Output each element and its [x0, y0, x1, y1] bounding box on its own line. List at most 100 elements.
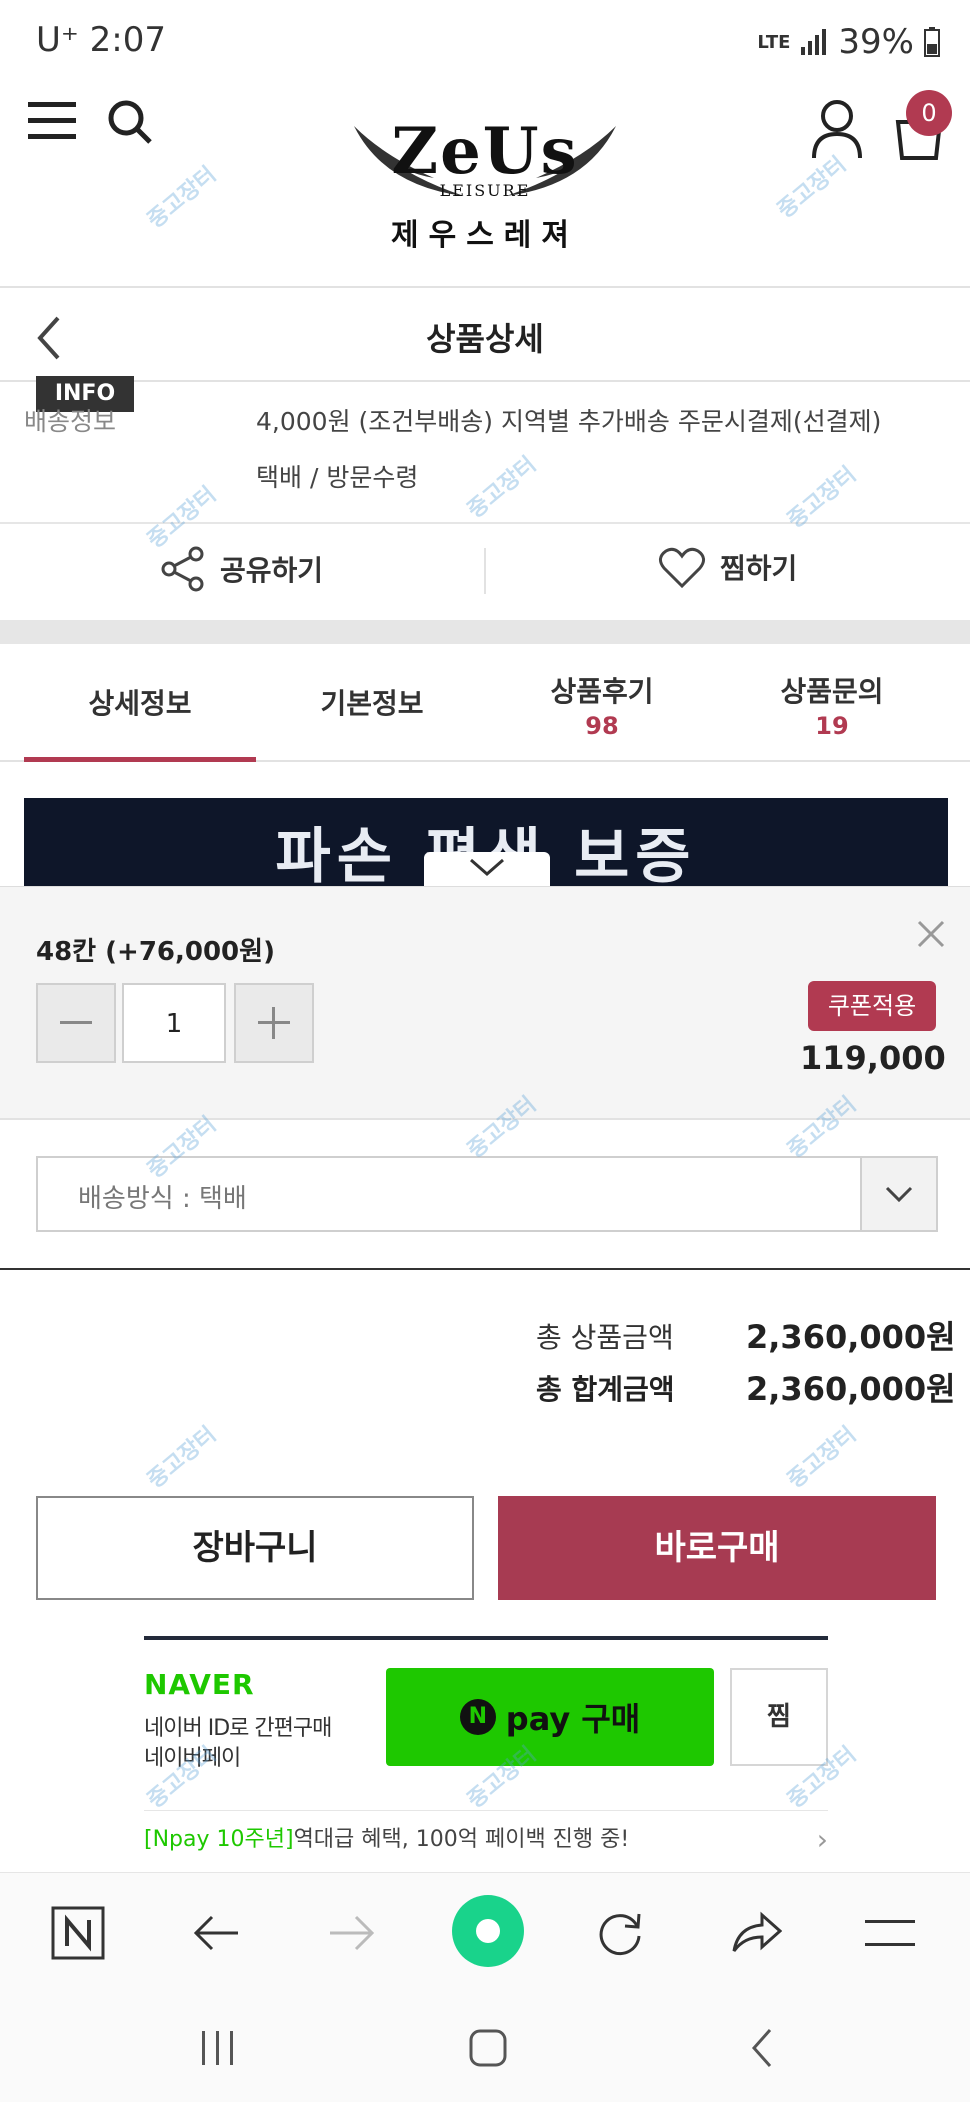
tab-label: 상품문의 [780, 675, 884, 708]
apply-coupon-button[interactable]: 쿠폰적용 [808, 981, 936, 1031]
add-to-cart-button[interactable]: 장바구니 [36, 1496, 474, 1600]
total-product-value: 2,360,000원 [746, 1318, 956, 1356]
account-icon[interactable] [810, 98, 864, 160]
shipping-method-value: 배송방식 : 택배 [78, 1184, 247, 1214]
minus-icon [60, 1021, 92, 1024]
naver-pay-buy-button[interactable]: N pay 구매 [386, 1668, 714, 1766]
share-button[interactable]: 공유하기 [160, 546, 323, 592]
tab-inquiries[interactable]: 상품문의 19 [716, 644, 948, 762]
browser-forward-button[interactable] [322, 1903, 382, 1963]
watermark: 중고장터 [143, 1422, 222, 1494]
logo-title: ZeUs [391, 114, 579, 189]
vertical-divider [484, 548, 486, 594]
back-chevron-icon [751, 2029, 772, 2067]
option-price: 119,000 [800, 1039, 946, 1077]
page-title-bar: 상품상세 [0, 290, 970, 382]
buy-now-button[interactable]: 바로구매 [498, 1496, 936, 1600]
hamburger-icon [865, 1920, 915, 1946]
chevron-down-icon [885, 1186, 913, 1203]
arrow-right-icon [330, 1915, 375, 1951]
delivery-method: 택배 / 방문수령 [256, 463, 419, 492]
network-label: LTE [757, 31, 791, 53]
watermark: 중고장터 [783, 1422, 862, 1494]
system-navigation-bar [0, 1988, 970, 2102]
chevron-right-icon: › [816, 1823, 828, 1856]
status-bar: U⁺ 2:07 LTE 39% [0, 0, 970, 90]
chevron-down-icon [470, 858, 504, 876]
recent-apps-button[interactable] [188, 2018, 248, 2078]
status-right: LTE 39% [757, 22, 940, 62]
delivery-label: 배송정보 [24, 407, 117, 436]
promo-highlight: [Npay 10주년] [144, 1827, 294, 1852]
selected-option-panel: 48칸 (+76,000원) 1 쿠폰적용 119,000 [0, 886, 970, 1120]
quantity-input[interactable]: 1 [122, 983, 226, 1063]
quantity-decrease-button[interactable] [36, 983, 116, 1063]
browser-refresh-button[interactable] [590, 1903, 650, 1963]
home-square-icon [469, 2029, 507, 2067]
browser-back-button[interactable] [186, 1903, 246, 1963]
share-wish-row: 공유하기 찜하기 [0, 524, 970, 620]
plus-icon [258, 1007, 290, 1039]
quantity-increase-button[interactable] [234, 983, 314, 1063]
logo-korean: 제우스레져 [391, 218, 579, 253]
select-arrow[interactable] [860, 1158, 936, 1230]
carrier-time: U⁺ 2:07 [36, 20, 166, 60]
promo-text: 역대급 혜택, 100억 페이백 진행 중! [293, 1827, 630, 1852]
wish-label: 찜하기 [720, 552, 798, 585]
search-icon[interactable] [106, 98, 154, 146]
npay-buy-label: pay 구매 [505, 1700, 641, 1738]
npay-logo-icon: N [459, 1699, 496, 1735]
cart-count-badge: 0 [906, 90, 952, 136]
arrow-left-icon [193, 1915, 238, 1951]
total-product-label: 총 상품금액 [536, 1321, 674, 1354]
system-back-button[interactable] [732, 2018, 792, 2078]
browser-menu-button[interactable] [860, 1903, 920, 1963]
system-home-button[interactable] [458, 2018, 518, 2078]
tab-reviews[interactable]: 상품후기 98 [486, 644, 718, 762]
wish-button[interactable]: 찜하기 [658, 546, 797, 588]
tab-detail[interactable]: 상세정보 [24, 644, 256, 762]
product-tabs: 상세정보 기본정보 상품후기 98 상품문의 19 [0, 644, 970, 762]
quantity-stepper: 1 [36, 983, 314, 1063]
logo-subtitle: LEISURE [439, 181, 531, 200]
menu-icon[interactable] [28, 100, 78, 142]
section-gap [0, 620, 970, 644]
signal-icon [801, 29, 827, 55]
browser-toolbar [0, 1872, 970, 1988]
naver-desc-line2: 네이버페이 [144, 1746, 241, 1771]
option-name: 48칸 (+76,000원) [36, 937, 275, 967]
battery-icon [924, 27, 940, 57]
shipping-method-select[interactable]: 배송방식 : 택배 [36, 1156, 938, 1232]
inquiry-count: 19 [815, 712, 849, 740]
tab-basic-info[interactable]: 기본정보 [256, 644, 488, 762]
close-icon[interactable] [916, 919, 946, 949]
forward-share-icon [732, 1911, 782, 1952]
collapse-toggle[interactable] [424, 852, 550, 888]
battery-percent: 39% [838, 22, 914, 62]
browser-share-button[interactable] [726, 1903, 786, 1963]
refresh-icon [599, 1913, 641, 1956]
npay-promo-link[interactable]: [Npay 10주년]역대급 혜택, 100억 페이백 진행 중! › [144, 1810, 828, 1856]
page-title: 상품상세 [426, 320, 544, 358]
recent-apps-icon [202, 2031, 233, 2065]
naver-zzim-button[interactable]: 찜 [730, 1668, 828, 1766]
review-count: 98 [585, 712, 619, 740]
share-icon [161, 546, 204, 592]
tab-label: 기본정보 [320, 687, 424, 720]
heart-icon [659, 547, 705, 588]
total-sum-label: 총 합계금액 [536, 1373, 675, 1406]
delivery-fee: 4,000원 (조건부배송) 지역별 추가배송 주문시결제(선결제) [256, 407, 882, 436]
browser-home-button[interactable] [452, 1895, 524, 1967]
naver-desc-line1: 네이버 ID로 간편구매 [144, 1716, 332, 1741]
site-logo[interactable]: ZeUs LEISURE 제우스레져 [350, 100, 620, 260]
tab-label: 상세정보 [88, 687, 192, 720]
naver-app-button[interactable] [48, 1903, 108, 1963]
divider [0, 1268, 970, 1270]
share-label: 공유하기 [220, 554, 324, 587]
naver-brand: NAVER [144, 1668, 255, 1701]
site-header: ZeUs LEISURE 제우스레져 0 [0, 90, 970, 288]
tab-label: 상품후기 [550, 675, 654, 708]
naver-pay-section: NAVER 네이버 ID로 간편구매 네이버페이 N pay 구매 찜 [Npa… [144, 1636, 828, 1856]
total-sum-value: 2,360,000원 [746, 1370, 956, 1408]
naver-n-icon [51, 1906, 105, 1960]
